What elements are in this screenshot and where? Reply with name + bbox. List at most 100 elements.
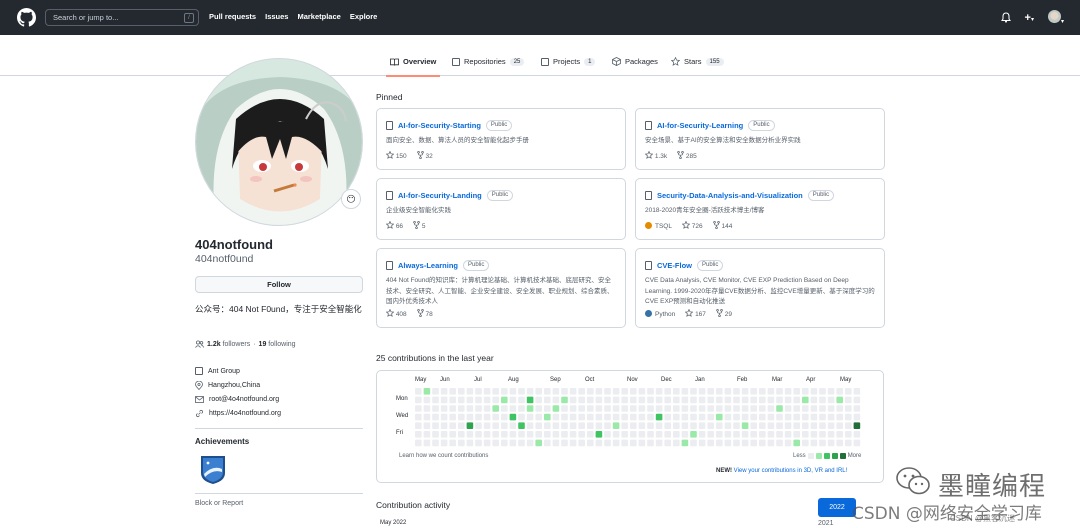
contribution-day[interactable]	[578, 413, 585, 421]
contribution-day[interactable]	[836, 413, 843, 421]
contribution-day[interactable]	[458, 422, 465, 429]
contribution-day[interactable]	[750, 431, 757, 438]
contribution-day[interactable]	[535, 413, 542, 421]
contribution-day[interactable]	[681, 396, 689, 404]
contribution-day[interactable]	[784, 439, 792, 447]
contribution-day[interactable]	[784, 413, 792, 421]
contribution-day[interactable]	[664, 396, 671, 404]
contribution-day[interactable]	[853, 431, 861, 438]
contribution-day[interactable]	[449, 388, 456, 395]
contribution-day[interactable]	[724, 431, 732, 438]
contribution-day[interactable]	[724, 413, 732, 421]
contribution-day[interactable]	[741, 388, 749, 395]
contribution-day[interactable]	[819, 413, 826, 421]
contribution-day[interactable]	[759, 431, 766, 438]
pinned-repo-card[interactable]: AI-for-Security-Landing Public 企业级安全智能化实…	[376, 178, 626, 240]
contribution-day[interactable]	[802, 388, 809, 395]
contribution-day[interactable]	[535, 439, 542, 447]
contribution-day[interactable]	[845, 413, 852, 421]
contribution-day[interactable]	[544, 388, 551, 395]
pinned-repo-card[interactable]: AI-for-Security-Starting Public 面向安全、数据、…	[376, 108, 626, 170]
contribution-day[interactable]	[793, 422, 800, 429]
contribution-day[interactable]	[647, 405, 654, 412]
contribution-day[interactable]	[440, 388, 448, 395]
contribution-day[interactable]	[845, 388, 852, 395]
contribution-day[interactable]	[466, 388, 474, 395]
contribution-day[interactable]	[690, 422, 697, 429]
contribution-day[interactable]	[655, 396, 663, 404]
contribution-day[interactable]	[423, 388, 431, 395]
contribution-day[interactable]	[827, 388, 835, 395]
github-logo-icon[interactable]	[17, 8, 36, 27]
contribution-day[interactable]	[681, 413, 689, 421]
repo-stars-link[interactable]: 150	[385, 150, 407, 160]
contribution-day[interactable]	[578, 439, 585, 447]
contribution-day[interactable]	[638, 439, 646, 447]
contribution-day[interactable]	[466, 422, 474, 429]
contribution-day[interactable]	[587, 388, 594, 395]
contribution-day[interactable]	[673, 413, 680, 421]
repo-name-link[interactable]: AI-for-Security-Landing	[398, 191, 482, 200]
contribution-day[interactable]	[561, 405, 568, 412]
contribution-day[interactable]	[681, 422, 689, 429]
contribution-day[interactable]	[526, 431, 534, 438]
contribution-day[interactable]	[535, 396, 542, 404]
contribution-day[interactable]	[724, 439, 732, 447]
contribution-day[interactable]	[587, 396, 594, 404]
contribution-day[interactable]	[483, 396, 491, 404]
contribution-day[interactable]	[475, 396, 482, 404]
contribution-day[interactable]	[733, 405, 740, 412]
contribution-day[interactable]	[647, 388, 654, 395]
contribution-day[interactable]	[638, 431, 646, 438]
contribution-day[interactable]	[475, 405, 482, 412]
contribution-day[interactable]	[458, 396, 465, 404]
contribution-day[interactable]	[716, 396, 723, 404]
contribution-day[interactable]	[595, 413, 603, 421]
contribution-day[interactable]	[501, 388, 508, 395]
contribution-day[interactable]	[716, 431, 723, 438]
contribution-day[interactable]	[604, 439, 611, 447]
contribution-day[interactable]	[750, 439, 757, 447]
contribution-day[interactable]	[707, 439, 714, 447]
contribution-day[interactable]	[432, 405, 439, 412]
contribution-day[interactable]	[432, 431, 439, 438]
contribution-day[interactable]	[655, 388, 663, 395]
contribution-day[interactable]	[552, 422, 560, 429]
contribution-day[interactable]	[552, 405, 560, 412]
contribution-day[interactable]	[810, 388, 818, 395]
contribution-day[interactable]	[853, 413, 861, 421]
contribution-day[interactable]	[827, 431, 835, 438]
contribution-day[interactable]	[492, 431, 499, 438]
contribution-day[interactable]	[836, 439, 843, 447]
contribution-day[interactable]	[492, 396, 499, 404]
contribution-day[interactable]	[638, 396, 646, 404]
contribution-day[interactable]	[483, 422, 491, 429]
contribution-day[interactable]	[759, 405, 766, 412]
contribution-day[interactable]	[604, 388, 611, 395]
contribution-day[interactable]	[492, 439, 499, 447]
contribution-day[interactable]	[612, 396, 620, 404]
contribution-day[interactable]	[707, 431, 714, 438]
contribution-day[interactable]	[415, 388, 422, 395]
contribution-day[interactable]	[518, 431, 525, 438]
contribution-day[interactable]	[621, 405, 628, 412]
tab-overview[interactable]: Overview	[385, 57, 441, 77]
contribution-day[interactable]	[552, 431, 560, 438]
contribution-day[interactable]	[501, 431, 508, 438]
contribution-day[interactable]	[741, 405, 749, 412]
contribution-day[interactable]	[638, 405, 646, 412]
contribution-day[interactable]	[802, 413, 809, 421]
contribution-day[interactable]	[716, 405, 723, 412]
contribution-day[interactable]	[440, 431, 448, 438]
contribution-day[interactable]	[604, 405, 611, 412]
contribution-day[interactable]	[544, 396, 551, 404]
contribution-day[interactable]	[793, 439, 800, 447]
contribution-day[interactable]	[827, 405, 835, 412]
contribution-day[interactable]	[690, 405, 697, 412]
contribution-day[interactable]	[681, 405, 689, 412]
contribution-day[interactable]	[767, 405, 775, 412]
contribution-day[interactable]	[466, 405, 474, 412]
contribution-day[interactable]	[681, 388, 689, 395]
contribution-day[interactable]	[741, 413, 749, 421]
learn-contributions-link[interactable]: Learn how we count contributions	[399, 453, 488, 459]
